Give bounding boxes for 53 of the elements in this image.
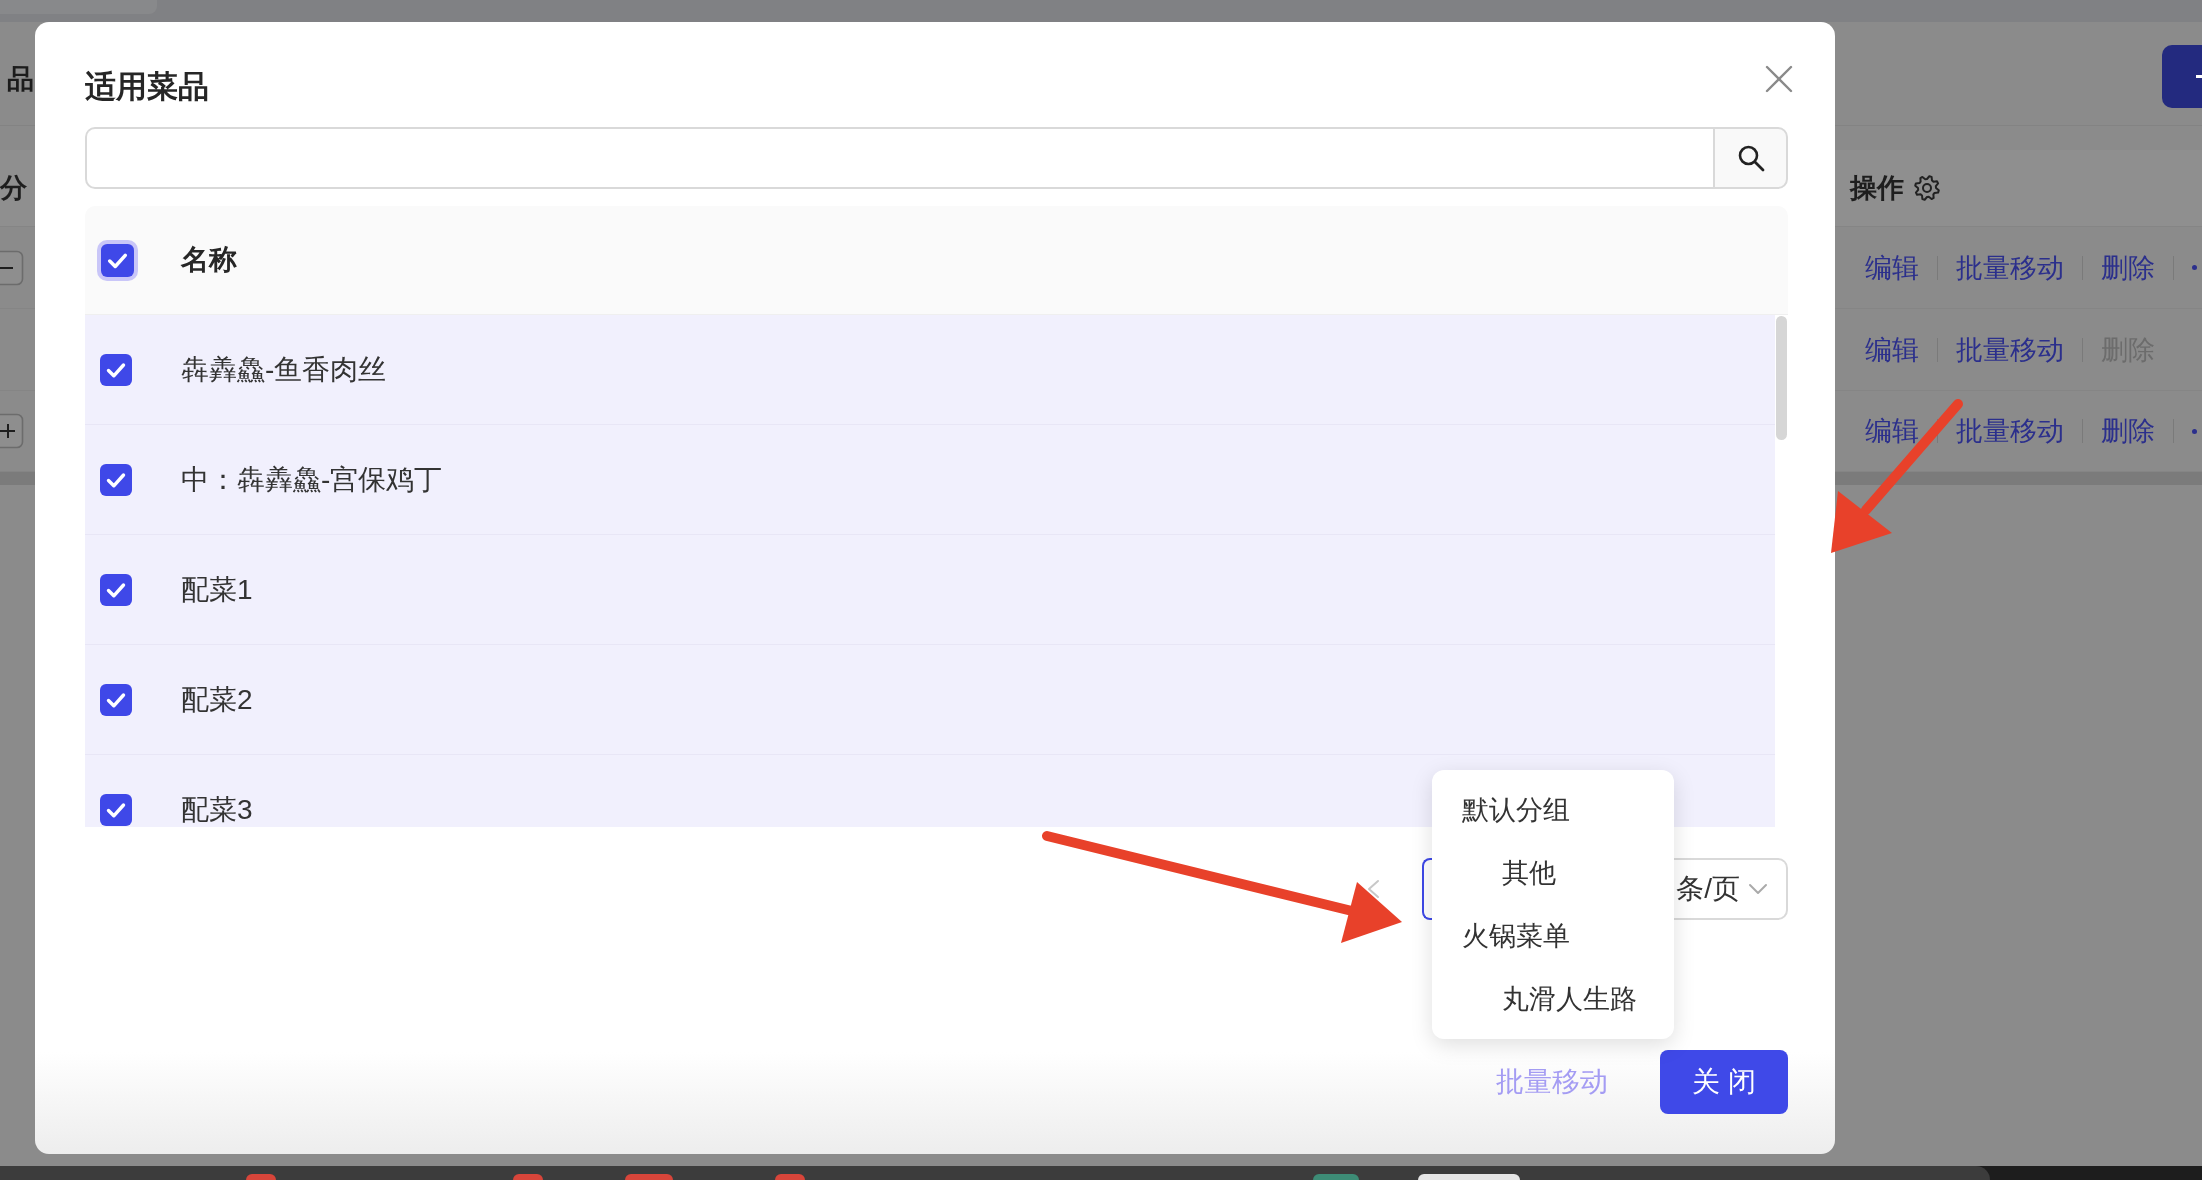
checkbox[interactable] [100,573,132,606]
table-row[interactable]: 配菜2 [85,645,1775,755]
search-field[interactable] [85,127,1713,189]
checkbox[interactable] [100,793,132,826]
plus-icon[interactable] [0,413,24,449]
action-link[interactable]: 批量移动 [1956,249,2064,286]
page-item[interactable] [1422,858,1432,920]
page-title: 品 [7,63,34,96]
dot-icon[interactable] [2192,265,2197,270]
minus-icon[interactable] [0,249,24,286]
table-cell: 配菜2 [181,683,253,716]
app-icon[interactable] [513,1174,543,1180]
app-icon[interactable] [246,1174,276,1180]
table-cell: 犇羴鱻-鱼香肉丝 [181,353,387,386]
action-link[interactable]: 批量移动 [1956,331,2064,368]
search-button[interactable] [1713,127,1788,189]
app-icon[interactable] [775,1174,805,1180]
table-row[interactable]: 中：犇羴鱻-宫保鸡丁 [85,425,1775,535]
table-row[interactable]: 配菜1 [85,535,1775,645]
menu-item[interactable]: 火锅菜单 [1462,918,1570,954]
action-link[interactable]: 删除 [2101,249,2155,286]
close-icon[interactable] [1765,65,1793,93]
page-size-select[interactable]: 条/页 [1674,858,1788,920]
table-cell: 配菜1 [181,573,253,606]
checkbox[interactable] [100,353,132,386]
chevron-down-icon [1748,883,1768,895]
column-header: 分 [0,172,27,205]
dialog-title: 适用菜品 [85,68,209,106]
column-header: 操作 [1850,172,1904,205]
table-cell: 配菜3 [181,793,253,826]
checkbox[interactable] [100,683,132,716]
dot-icon[interactable] [2192,428,2197,434]
scrollbar[interactable] [1776,316,1787,440]
action-link[interactable]: 编辑 [1865,413,1919,449]
column-header: 名称 [181,243,237,277]
table-row[interactable]: 犇羴鱻-鱼香肉丝 [85,315,1775,425]
table-cell: 中：犇羴鱻-宫保鸡丁 [181,463,443,496]
app-icon[interactable] [625,1174,673,1180]
menu-item[interactable]: 默认分组 [1462,792,1570,828]
action-link[interactable]: 编辑 [1865,331,1919,368]
action-link[interactable]: 批量移动 [1956,413,2064,449]
app-icon[interactable] [1418,1174,1520,1180]
action-link[interactable]: 编辑 [1865,249,1919,286]
menu-item[interactable]: 其他 [1502,855,1556,891]
app-icon[interactable] [1313,1174,1359,1180]
dash-icon [2196,75,2202,78]
primary-button[interactable]: 关 闭 [1660,1050,1788,1114]
checkbox[interactable] [100,463,132,496]
action-link[interactable]: 删除 [2101,413,2155,449]
checkbox[interactable] [97,239,138,281]
add-button[interactable] [2162,45,2202,108]
settings-icon[interactable] [1914,175,1940,201]
menu-item[interactable]: 丸滑人生路 [1502,981,1637,1017]
